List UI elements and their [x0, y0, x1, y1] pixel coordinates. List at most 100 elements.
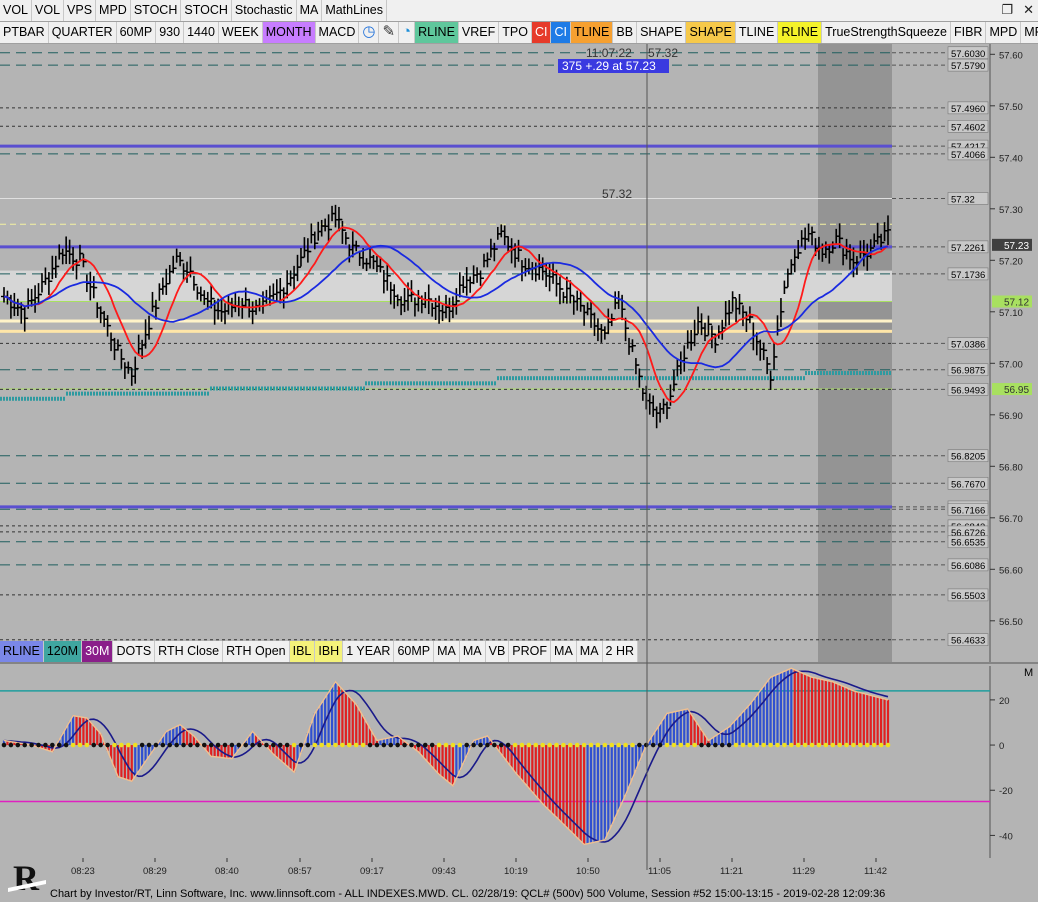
vbp-marker	[572, 376, 574, 381]
vbp-marker	[39, 396, 41, 401]
squeeze-dot	[643, 742, 649, 748]
vbp-marker	[629, 376, 631, 381]
vbp-marker	[246, 386, 248, 391]
vbp-marker	[117, 391, 119, 396]
squeeze-dot	[775, 742, 780, 748]
squeeze-dot	[139, 742, 145, 748]
squeeze-dot	[581, 742, 587, 748]
time-tick-label: 11:29	[792, 866, 815, 877]
vbp-marker	[21, 396, 23, 401]
toolbar2-button-120m-1[interactable]: 120M	[43, 641, 83, 662]
price-tick-label: 57.00	[999, 359, 1023, 370]
toolbar2-button-ma-14[interactable]: MA	[551, 641, 577, 662]
squeeze-dot	[188, 742, 193, 748]
vbp-marker	[410, 381, 412, 386]
vbp-marker	[578, 376, 580, 381]
squeeze-dot	[864, 742, 870, 748]
vbp-marker	[12, 396, 14, 401]
vbp-marker	[437, 381, 439, 386]
vbp-marker	[811, 371, 813, 376]
squeeze-dot	[63, 742, 69, 748]
vbp-marker	[54, 396, 56, 401]
vbp-marker	[473, 381, 475, 386]
toolbar2-button-1-year-8[interactable]: 1 YEAR	[343, 641, 395, 662]
toolbar2-button-ma-10[interactable]: MA	[434, 641, 460, 662]
toolbar2-button-vb-12[interactable]: VB	[485, 641, 510, 662]
toolbar2-button-rline-0[interactable]: RLINE	[0, 641, 44, 662]
squeeze-dot	[284, 742, 290, 748]
vbp-marker	[144, 391, 146, 396]
squeeze-dot	[547, 742, 552, 748]
svg-text:R: R	[13, 858, 40, 898]
toolbar2-button-rth-open-5[interactable]: RTH Open	[223, 641, 290, 662]
vbp-marker	[252, 386, 254, 391]
vbp-marker	[539, 376, 541, 381]
vbp-marker	[261, 386, 263, 391]
vbp-marker	[467, 381, 469, 386]
toolbar2-button-rth-close-4[interactable]: RTH Close	[155, 641, 224, 662]
price-tick-label: 56.70	[999, 514, 1023, 525]
vbp-marker	[306, 386, 308, 391]
level-label: 57.2261	[951, 243, 985, 254]
vbp-marker	[15, 396, 17, 401]
toolbar2-button-30m-2[interactable]: 30M	[82, 641, 114, 662]
level-label: 56.7670	[951, 479, 985, 490]
price-tick-label: 56.50	[999, 617, 1023, 628]
squeeze-dot	[782, 742, 787, 748]
toolbar2-button-ibh-7[interactable]: IBH	[315, 641, 344, 662]
price-tick-label: 57.50	[999, 102, 1023, 113]
vbp-marker	[138, 391, 140, 396]
toolbar2-button-ma-15[interactable]: MA	[576, 641, 603, 662]
vbp-marker	[563, 376, 565, 381]
price-tick-label: 56.80	[999, 462, 1023, 473]
price-chart[interactable]: 57.603057.579057.496057.460257.421757.40…	[0, 0, 1038, 902]
squeeze-dot	[429, 742, 435, 748]
vbp-marker	[817, 371, 819, 376]
vbp-marker	[129, 391, 131, 396]
vbp-marker	[87, 391, 89, 396]
vbp-marker	[264, 386, 266, 391]
vbp-marker	[832, 371, 834, 376]
vbp-marker	[470, 381, 472, 386]
squeeze-dot	[623, 742, 628, 748]
squeeze-dot	[637, 742, 642, 748]
vbp-marker	[285, 386, 287, 391]
vbp-marker	[153, 391, 155, 396]
vbp-marker	[270, 386, 272, 391]
vbp-marker	[527, 376, 529, 381]
vbp-marker	[542, 376, 544, 381]
vbp-marker	[695, 376, 697, 381]
vbp-marker	[509, 376, 511, 381]
vbp-marker	[446, 381, 448, 386]
vbp-marker	[611, 376, 613, 381]
vbp-marker	[797, 376, 799, 381]
vbp-marker	[135, 391, 137, 396]
squeeze-dot	[761, 742, 766, 748]
vbp-marker	[761, 376, 763, 381]
price-tick-label: 57.60	[999, 50, 1023, 61]
vbp-marker	[722, 376, 724, 381]
vbp-marker	[30, 396, 32, 401]
toolbar2-button-60mp-9[interactable]: 60MP	[394, 641, 435, 662]
vbp-marker	[575, 376, 577, 381]
squeeze-dot	[795, 742, 801, 748]
toolbar2-button-ibl-6[interactable]: IBL	[289, 641, 316, 662]
toolbar2-button-ma-11[interactable]: MA	[459, 641, 486, 662]
vbp-marker	[557, 376, 559, 381]
toolbar2-button-prof-13[interactable]: PROF	[509, 641, 552, 662]
vbp-marker	[889, 371, 891, 376]
squeeze-dot	[8, 742, 14, 748]
toolbar2-button-2-hr-16[interactable]: 2 HR	[602, 641, 639, 662]
vbp-marker	[395, 381, 397, 386]
chart-toolbar-lower: RLINE 120M 30M DOTS RTH Close RTH Open IBL IBH 1…	[0, 641, 639, 662]
price-tick-label: 57.40	[999, 153, 1023, 164]
vbp-marker	[189, 391, 191, 396]
vbp-marker	[216, 386, 218, 391]
vbp-marker	[321, 386, 323, 391]
squeeze-dot	[561, 742, 566, 748]
squeeze-dot	[512, 742, 518, 748]
vbp-marker	[820, 371, 822, 376]
squeeze-dot	[395, 742, 400, 748]
squeeze-dot	[402, 742, 407, 748]
toolbar2-button-dots-3[interactable]: DOTS	[113, 641, 156, 662]
